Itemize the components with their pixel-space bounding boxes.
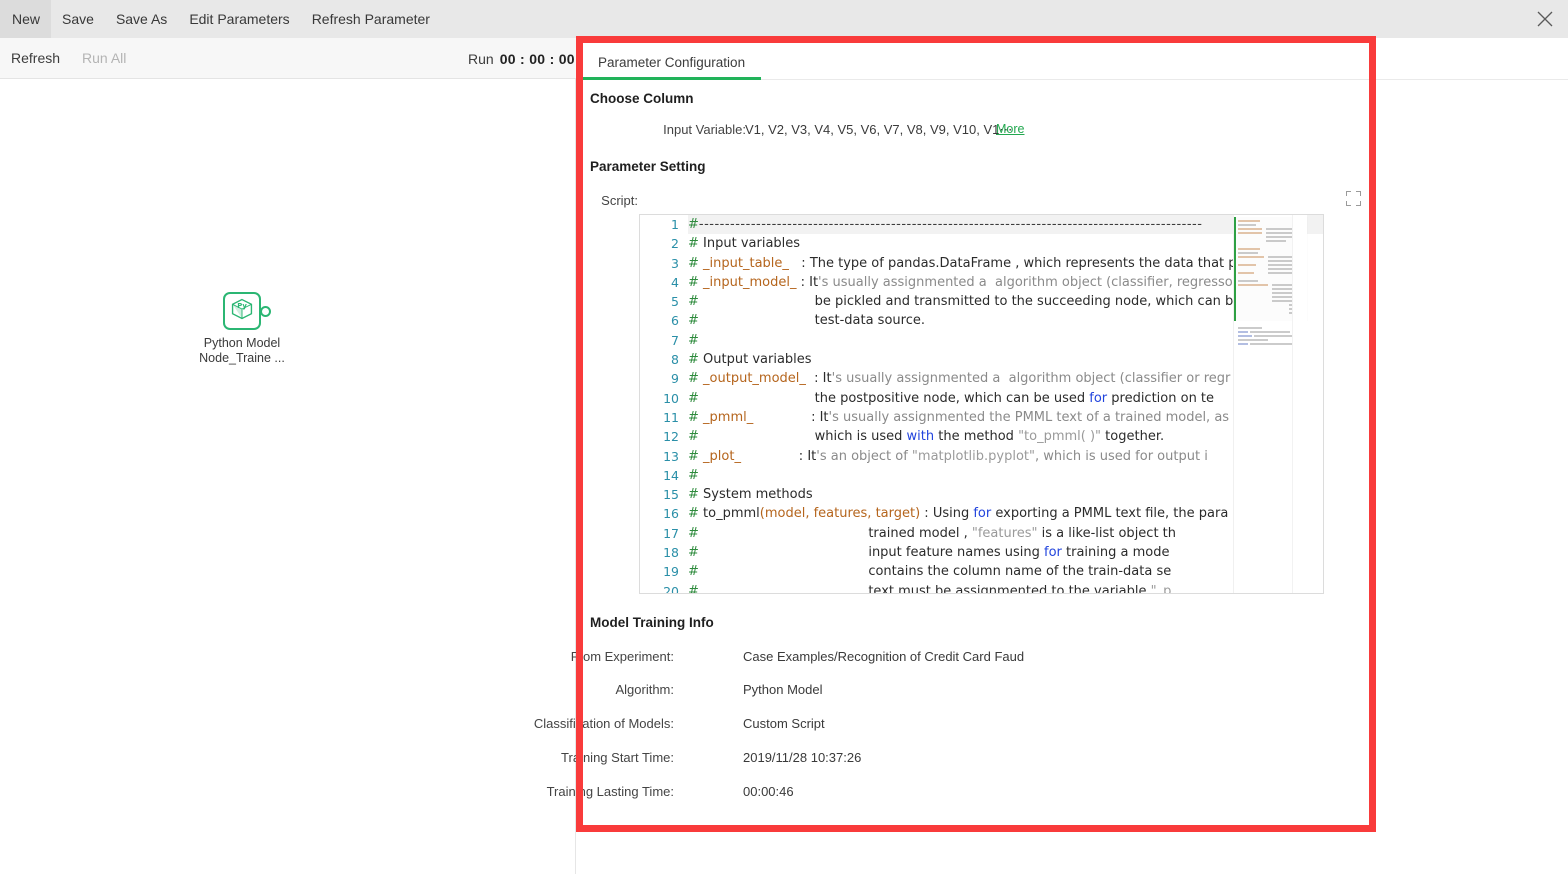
node-label-line2: Node_Traine ... [199,351,285,365]
line-number: 10 [663,390,679,406]
from-experiment-value: Case Examples/Recognition of Credit Card… [743,649,1025,664]
code-line: # _output_model_ : It's usually assignme… [688,371,1231,387]
code-line: # be pickled and transmitted to the succ… [688,294,1234,310]
line-number: 20 [663,583,679,594]
node-icon-box[interactable]: Py [223,292,271,330]
section-model-training-info-title: Model Training Info [590,615,714,630]
code-line: # _input_model_ : It's usually assignmen… [688,274,1233,290]
run-timer-label: Run [468,50,494,67]
line-number: 7 [671,332,679,348]
line-number: 8 [671,352,679,368]
code-line: # input feature names using for training… [688,545,1170,561]
menu-edit-parameters[interactable]: Edit Parameters [178,0,300,38]
code-line: # to_pmml(model, features, target) : Usi… [688,506,1229,522]
close-icon[interactable] [1532,6,1558,32]
line-number: 16 [663,506,679,522]
line-number: 14 [663,467,679,483]
section-parameter-setting-title: Parameter Setting [590,159,706,174]
tab-parameter-configuration[interactable]: Parameter Configuration [581,55,762,80]
algorithm-label: Algorithm: [615,682,674,697]
line-number: 15 [663,487,679,503]
code-line: # [688,332,699,348]
code-line: # _pmml_ : It's usually assignmented the… [688,409,1230,425]
training-start-time-label: Training Start Time: [561,750,674,765]
menu-bar: New Save Save As Edit Parameters Refresh… [0,0,1568,38]
algorithm-value: Python Model [743,682,823,697]
classification-of-models-label: Classification of Models: [533,716,674,731]
line-number: 4 [671,274,679,290]
python-cube-icon: Py [230,297,254,326]
line-number: 9 [671,371,679,387]
editor-scrollbar[interactable] [1292,215,1307,593]
panel-tab-bar: Parameter Configuration [576,38,1568,80]
svg-text:Py: Py [237,302,247,310]
code-line: # _plot_ : It's an object of "matplotlib… [688,448,1208,464]
code-line: # trained model , "features" is a like-l… [688,525,1177,541]
run-timer-value: 00 : 00 : 00 [499,50,575,67]
editor-minimap[interactable] [1233,215,1307,593]
script-code-editor[interactable]: 1 2 3 4 5 6 7 8 9 10 11 12 13 14 15 16 1… [639,214,1324,594]
line-number: 18 [663,545,679,561]
run-all-button: Run All [82,50,127,66]
line-number: 6 [671,313,679,329]
from-experiment-label: From Experiment: [570,649,674,664]
menu-save-as[interactable]: Save As [105,0,178,38]
code-line: # _input_table_ : The type of pandas.Dat… [688,255,1237,271]
code-line: # Output variables [688,352,812,368]
panel-resize-handle[interactable] [576,443,583,477]
input-variable-value: V1, V2, V3, V4, V5, V6, V7, V8, V9, V10,… [745,122,1013,137]
code-line: # which is used with the method "to_pmml… [688,429,1165,445]
expand-fullscreen-icon[interactable] [1346,191,1361,206]
script-label: Script: [601,193,638,208]
line-number: 2 [671,236,679,252]
line-number: 1 [671,217,679,232]
menu-save[interactable]: Save [51,0,105,38]
code-line: # System methods [688,487,813,503]
node-label-line1: Python Model [203,336,281,350]
section-choose-column-title: Choose Column [590,91,694,106]
training-start-time-value: 2019/11/28 10:37:26 [743,750,862,765]
code-line: # test-data source. [688,313,925,329]
classification-of-models-value: Custom Script [743,716,825,731]
code-line: #---------------------------------------… [688,215,1323,235]
editor-line-number-gutter: 1 2 3 4 5 6 7 8 9 10 11 12 13 14 15 16 1… [640,215,688,593]
code-line: # text must be assignmented to the varia… [688,583,1172,593]
node-output-port[interactable] [260,306,271,317]
workflow-node-python-model[interactable]: Py Python Model Node_Traine ... [196,292,288,366]
input-variable-more-link[interactable]: More [996,122,1024,136]
editor-code-area[interactable]: #---------------------------------------… [688,215,1323,593]
menu-new[interactable]: New [0,0,52,38]
run-timer: Run 00 : 00 : 00 [468,38,575,79]
code-line: # [688,467,699,483]
code-line: # Input variables [688,236,801,252]
line-number: 19 [663,564,679,580]
refresh-button[interactable]: Refresh [0,50,71,66]
line-number: 3 [671,255,679,271]
line-number: 12 [663,429,679,445]
menu-refresh-parameter[interactable]: Refresh Parameter [301,0,441,38]
node-label: Python Model Node_Traine ... [199,336,285,366]
code-line: # the postpositive node, which can be us… [688,390,1215,406]
input-variable-label: Input Variable: [663,122,746,137]
line-number: 13 [663,448,679,464]
training-lasting-time-label: Training Lasting Time: [546,784,674,799]
line-number: 17 [663,525,679,541]
training-lasting-time-value: 00:00:46 [743,784,794,799]
line-number: 5 [671,294,679,310]
code-line: # contains the column name of the train-… [688,564,1172,580]
line-number: 11 [663,409,679,425]
